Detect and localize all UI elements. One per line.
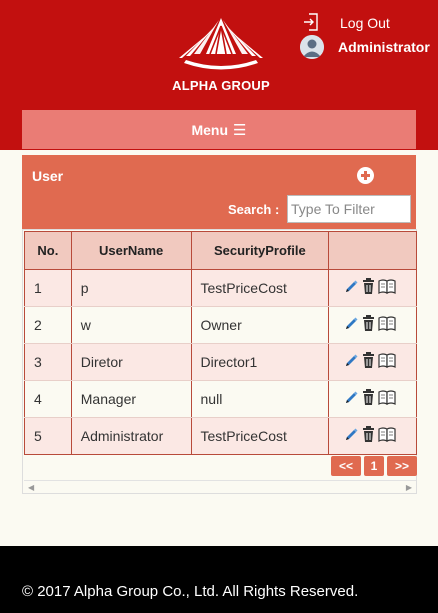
- page-1-button[interactable]: 1: [364, 456, 384, 476]
- prev-page-button[interactable]: <<: [331, 456, 361, 476]
- cell-username: w: [70, 306, 192, 344]
- panel-title: User: [32, 168, 64, 184]
- add-user-button[interactable]: [357, 167, 374, 184]
- search-label: Search :: [228, 202, 280, 217]
- menu-toggle-button[interactable]: Menu ☰: [22, 110, 416, 149]
- table-row[interactable]: 4 Manager null: [24, 380, 417, 418]
- cell-no: 4: [24, 380, 72, 418]
- logout-link[interactable]: Log Out: [303, 12, 390, 34]
- user-table-container: No. UserName SecurityProfile 1 p TestPrice…: [22, 229, 417, 494]
- view-book-icon[interactable]: [378, 427, 396, 445]
- column-header-securityprofile[interactable]: SecurityProfile: [190, 231, 330, 270]
- horizontal-scrollbar[interactable]: ◀ ▶: [24, 480, 416, 492]
- delete-trash-icon[interactable]: [362, 352, 375, 372]
- edit-pencil-icon[interactable]: [344, 316, 359, 334]
- table-header-row: No. UserName SecurityProfile: [24, 231, 417, 270]
- column-header-actions: [328, 231, 417, 270]
- cell-actions: [328, 417, 417, 455]
- delete-trash-icon[interactable]: [362, 315, 375, 335]
- edit-pencil-icon[interactable]: [344, 353, 359, 371]
- cell-no: 5: [24, 417, 72, 455]
- cell-securityprofile: TestPriceCost: [190, 417, 330, 455]
- footer: © 2017 Alpha Group Co., Ltd. All Rights …: [0, 546, 438, 613]
- delete-trash-icon[interactable]: [362, 426, 375, 446]
- cell-username: Manager: [70, 380, 192, 418]
- cell-username: Diretor: [70, 343, 192, 381]
- logout-icon: [303, 12, 319, 34]
- cell-actions: [328, 269, 417, 307]
- cell-username: Administrator: [70, 417, 192, 455]
- table-row[interactable]: 5 Administrator TestPriceCost: [24, 417, 417, 455]
- footer-copyright: © 2017 Alpha Group Co., Ltd. All Rights …: [22, 583, 359, 600]
- view-book-icon[interactable]: [378, 390, 396, 408]
- current-user: Administrator: [300, 35, 430, 59]
- avatar: [300, 35, 324, 59]
- cell-actions: [328, 306, 417, 344]
- delete-trash-icon[interactable]: [362, 389, 375, 409]
- cell-no: 1: [24, 269, 72, 307]
- header: ALPHA GROUP Log Out Administrator Menu ☰: [0, 0, 438, 150]
- table-row[interactable]: 1 p TestPriceCost: [24, 269, 417, 307]
- hamburger-icon: ☰: [233, 121, 247, 139]
- scroll-left-icon[interactable]: ◀: [28, 483, 34, 492]
- table-row[interactable]: 2 w Owner: [24, 306, 417, 344]
- brand-logo-mark: [179, 18, 263, 70]
- user-avatar-icon: [300, 35, 324, 59]
- cell-securityprofile: null: [190, 380, 330, 418]
- cell-securityprofile: Director1: [190, 343, 330, 381]
- search-input[interactable]: [287, 195, 411, 223]
- view-book-icon[interactable]: [378, 316, 396, 334]
- next-page-button[interactable]: >>: [387, 456, 417, 476]
- user-table: No. UserName SecurityProfile 1 p TestPrice…: [24, 231, 417, 455]
- cell-no: 3: [24, 343, 72, 381]
- logout-label: Log Out: [340, 15, 390, 31]
- brand-name: ALPHA GROUP: [172, 78, 270, 93]
- cell-actions: [328, 380, 417, 418]
- cell-username: p: [70, 269, 192, 307]
- edit-pencil-icon[interactable]: [344, 427, 359, 445]
- user-panel-header: User Search :: [22, 155, 416, 229]
- brand-logo[interactable]: ALPHA GROUP: [166, 16, 276, 94]
- edit-pencil-icon[interactable]: [344, 390, 359, 408]
- edit-pencil-icon[interactable]: [344, 279, 359, 297]
- delete-trash-icon[interactable]: [362, 278, 375, 298]
- menu-label: Menu: [191, 121, 229, 138]
- column-header-username[interactable]: UserName: [70, 231, 192, 270]
- view-book-icon[interactable]: [378, 279, 396, 297]
- view-book-icon[interactable]: [378, 353, 396, 371]
- cell-securityprofile: TestPriceCost: [190, 269, 330, 307]
- pagination: << 1 >>: [331, 456, 417, 476]
- cell-no: 2: [24, 306, 72, 344]
- cell-securityprofile: Owner: [190, 306, 330, 344]
- cell-actions: [328, 343, 417, 381]
- column-header-no[interactable]: No.: [24, 231, 72, 270]
- current-user-name: Administrator: [338, 39, 430, 55]
- table-row[interactable]: 3 Diretor Director1: [24, 343, 417, 381]
- scroll-right-icon[interactable]: ▶: [406, 483, 412, 492]
